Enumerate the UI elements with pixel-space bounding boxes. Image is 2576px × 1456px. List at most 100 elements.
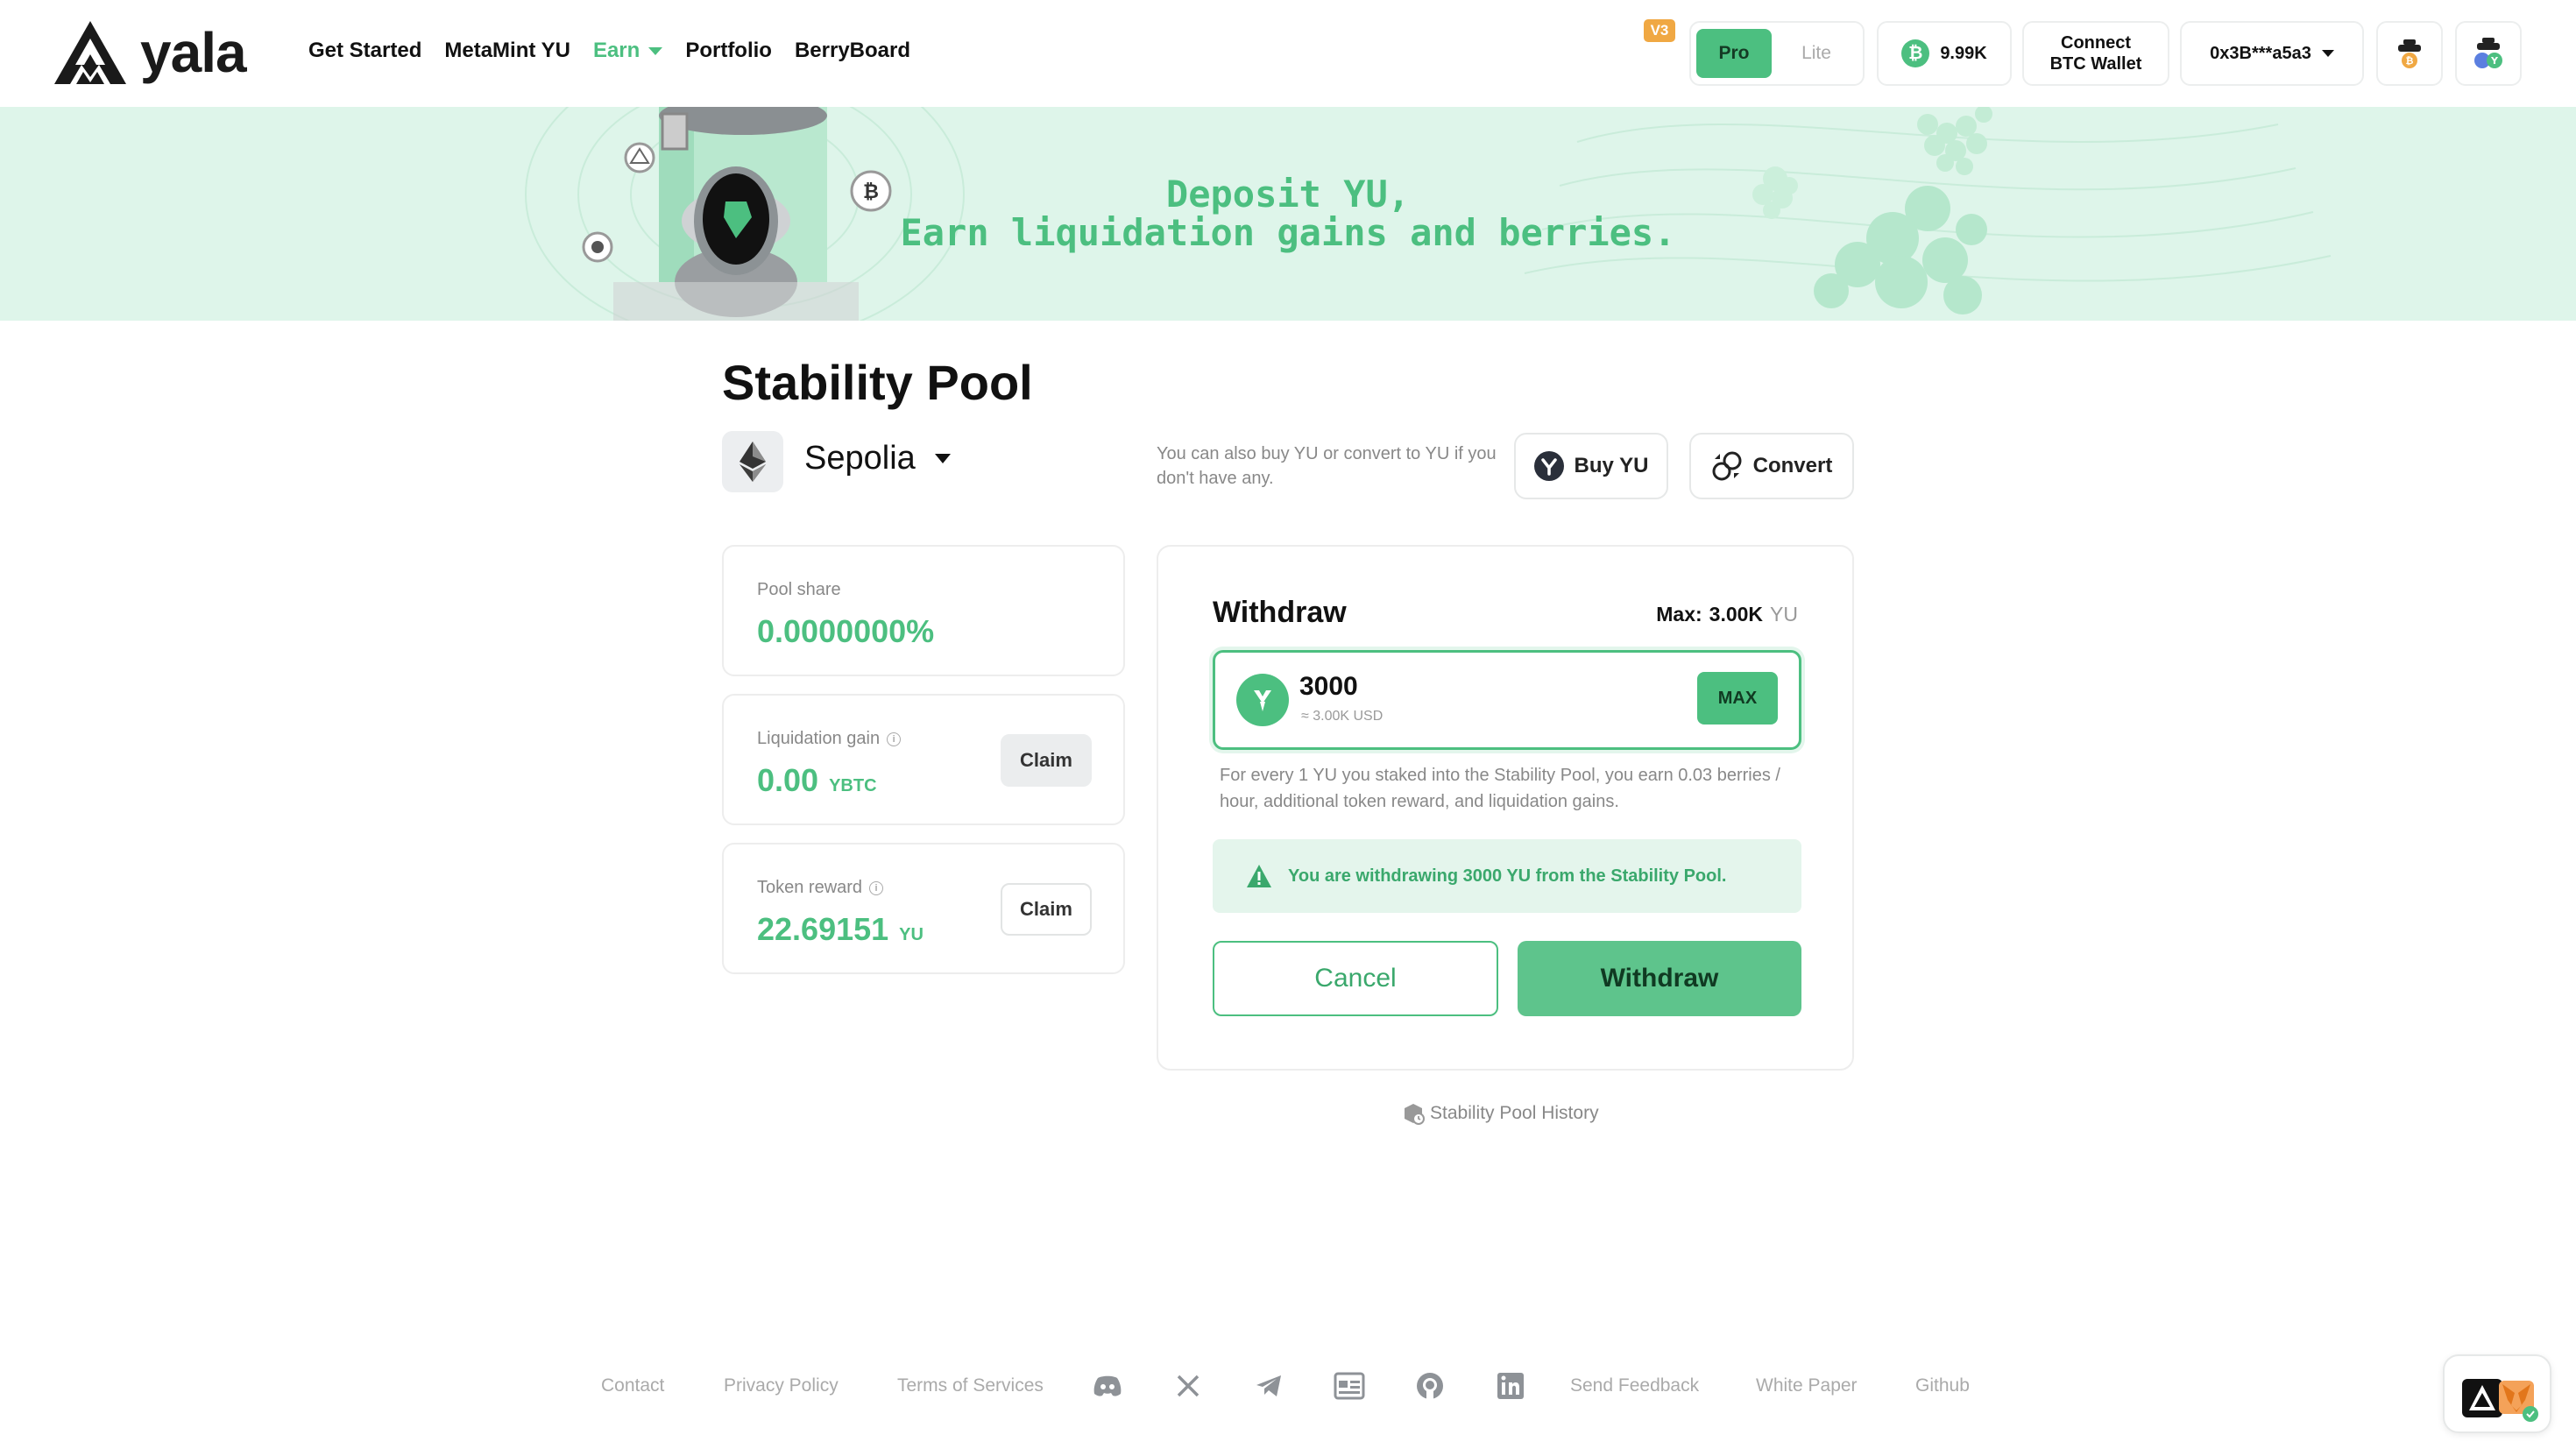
- yala-mountain-icon: [54, 21, 126, 84]
- yu-token-icon: [1533, 451, 1564, 481]
- buy-yu-button[interactable]: Buy YU: [1514, 433, 1668, 499]
- pool-share-label: Pool share: [757, 580, 841, 599]
- mode-lite-button[interactable]: Lite: [1779, 29, 1854, 78]
- liquidation-gain-unit: YBTC: [829, 776, 877, 795]
- connect-label-line2: BTC Wallet: [2049, 54, 2142, 74]
- token-reward-value: 22.69151: [757, 911, 889, 947]
- convert-label: Convert: [1752, 454, 1833, 477]
- footer: Contact Privacy Policy Terms of Services…: [0, 1363, 2576, 1407]
- connect-label-line1: Connect: [2061, 33, 2131, 53]
- token-reward-value-row: 22.69151 YU: [757, 911, 924, 948]
- liquidation-gain-label: Liquidation gain: [757, 729, 881, 748]
- footer-feedback-link[interactable]: Send Feedback: [1570, 1375, 1699, 1396]
- liquidation-gain-value-row: 0.00 YBTC: [757, 762, 877, 799]
- nav-get-started[interactable]: Get Started: [308, 39, 421, 63]
- withdraw-title: Withdraw: [1213, 596, 1347, 629]
- discord-icon[interactable]: [1092, 1370, 1123, 1402]
- withdraw-amount-usd: ≈ 3.00K USD: [1301, 709, 1384, 724]
- max-button[interactable]: MAX: [1697, 672, 1778, 724]
- warning-icon: [1247, 865, 1271, 887]
- withdraw-panel: Withdraw Max: 3.00K YU 3000 ≈ 3.00K USD …: [1157, 545, 1854, 1071]
- liquidation-gain-label-row: Liquidation gain i: [757, 729, 902, 749]
- mode-toggle: Pro Lite: [1689, 21, 1865, 86]
- buy-yu-label: Buy YU: [1574, 454, 1649, 477]
- yu-token-icon: [1236, 674, 1289, 726]
- footer-privacy-link[interactable]: Privacy Policy: [724, 1375, 839, 1396]
- github-icon[interactable]: [1414, 1370, 1446, 1402]
- withdraw-button[interactable]: Withdraw: [1518, 941, 1801, 1016]
- withdraw-alert: You are withdrawing 3000 YU from the Sta…: [1213, 839, 1801, 913]
- liquidation-gain-card: Liquidation gain i 0.00 YBTC Claim: [722, 694, 1125, 825]
- wallet-address-dropdown[interactable]: 0x3B***a5a3: [2180, 21, 2364, 86]
- cancel-button[interactable]: Cancel: [1213, 941, 1498, 1016]
- footer-github-link[interactable]: Github: [1915, 1375, 1970, 1396]
- main-nav: Get Started MetaMint YU Earn Portfolio B…: [308, 39, 910, 63]
- banner-line-2: Earn liquidation gains and berries.: [900, 211, 1676, 254]
- faucet-yu-button[interactable]: Y: [2455, 21, 2522, 86]
- bitcoin-icon: ₿: [1901, 39, 1930, 67]
- top-header: yala Get Started MetaMint YU Earn Portfo…: [0, 0, 2576, 107]
- withdraw-amount-value: 3000: [1299, 672, 1358, 701]
- banner-line-1: Deposit YU,: [1165, 173, 1411, 216]
- faucet-yu-icon: Y: [2474, 38, 2502, 68]
- buy-convert-hint: You can also buy YU or convert to YU if …: [1157, 444, 1497, 488]
- nav-berryboard[interactable]: BerryBoard: [795, 39, 910, 63]
- faucet-btc-button[interactable]: ₿: [2376, 21, 2443, 86]
- max-value: 3.00K: [1709, 603, 1764, 626]
- btc-balance-value: 9.99K: [1940, 43, 1987, 63]
- history-icon: [1405, 1104, 1425, 1125]
- claim-liquidation-gain-button[interactable]: Claim: [1001, 734, 1092, 787]
- network-name: Sepolia: [804, 440, 916, 477]
- version-badge: V3: [1644, 19, 1675, 42]
- info-icon[interactable]: i: [887, 732, 902, 746]
- withdraw-amount-input[interactable]: 3000 ≈ 3.00K USD MAX: [1213, 650, 1801, 750]
- wallet-extension-widget[interactable]: [2443, 1354, 2551, 1433]
- network-selector[interactable]: Sepolia: [804, 440, 951, 477]
- pool-share-value: 0.0000000%: [757, 613, 935, 649]
- page-title: Stability Pool: [722, 355, 1033, 410]
- withdraw-alert-text: You are withdrawing 3000 YU from the Sta…: [1288, 866, 1727, 886]
- network-icon-box: [722, 431, 783, 492]
- withdraw-max-info: Max: 3.00K YU: [1656, 603, 1798, 626]
- convert-button[interactable]: Convert: [1689, 433, 1854, 499]
- btc-balance-button[interactable]: ₿ 9.99K: [1877, 21, 2012, 86]
- convert-icon: [1712, 451, 1742, 481]
- claim-token-reward-button[interactable]: Claim: [1001, 883, 1092, 936]
- connect-btc-wallet-button[interactable]: Connect BTC Wallet: [2022, 21, 2169, 86]
- brand-logo[interactable]: yala: [53, 19, 247, 86]
- nav-metamint-yu[interactable]: MetaMint YU: [444, 39, 570, 63]
- banner-headline: Deposit YU, Earn liquidation gains and b…: [876, 175, 1700, 252]
- mode-pro-button[interactable]: Pro: [1696, 29, 1772, 78]
- stability-pool-history-link[interactable]: Stability Pool History: [1402, 1102, 1599, 1125]
- wallet-extension-icon: [2462, 1379, 2538, 1422]
- wallet-address: 0x3B***a5a3: [2210, 43, 2311, 63]
- nav-earn-label: Earn: [592, 39, 640, 62]
- telegram-icon[interactable]: [1253, 1370, 1284, 1402]
- history-label: Stability Pool History: [1430, 1103, 1599, 1123]
- token-reward-card: Token reward i 22.69151 YU Claim: [722, 843, 1125, 974]
- pool-share-card: Pool share 0.0000000%: [722, 545, 1125, 676]
- liquidation-gain-value: 0.00: [757, 762, 819, 798]
- nav-earn[interactable]: Earn: [592, 39, 663, 63]
- docs-icon[interactable]: [1334, 1370, 1365, 1402]
- x-twitter-icon[interactable]: [1172, 1370, 1204, 1402]
- token-reward-label-row: Token reward i: [757, 878, 884, 898]
- chevron-down-icon: [934, 454, 951, 463]
- max-unit: YU: [1770, 603, 1798, 626]
- footer-terms-link[interactable]: Terms of Services: [897, 1375, 1044, 1396]
- svg-text:₿: ₿: [2406, 55, 2414, 67]
- footer-contact-link[interactable]: Contact: [601, 1375, 664, 1396]
- brand-name: yala: [140, 21, 247, 84]
- earn-rate-note: For every 1 YU you staked into the Stabi…: [1220, 766, 1780, 811]
- promo-banner: ₿ Deposit YU, Earn liquidation gains and…: [0, 107, 2576, 321]
- chevron-down-icon: [2321, 50, 2334, 57]
- info-icon[interactable]: i: [869, 880, 884, 895]
- chevron-down-icon: [648, 46, 663, 55]
- max-label: Max:: [1656, 603, 1702, 626]
- ethereum-icon: [740, 442, 766, 482]
- nav-portfolio[interactable]: Portfolio: [685, 39, 772, 63]
- faucet-btc-icon: ₿: [2398, 39, 2421, 68]
- linkedin-icon[interactable]: [1495, 1370, 1526, 1402]
- pool-share-value-row: 0.0000000%: [757, 613, 934, 650]
- footer-whitepaper-link[interactable]: White Paper: [1756, 1375, 1858, 1396]
